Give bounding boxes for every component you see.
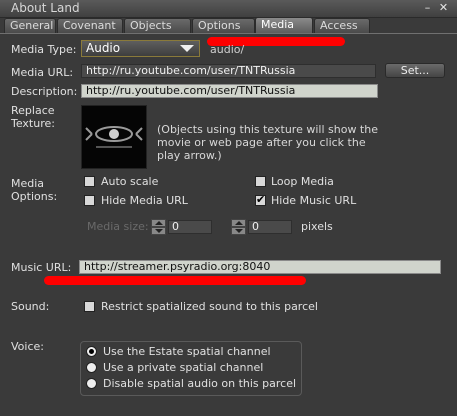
width-stepper[interactable] xyxy=(151,219,166,235)
texture-thumbnail[interactable] xyxy=(81,105,147,169)
close-icon[interactable]: ✕ xyxy=(437,2,450,14)
texture-note: (Objects using this texture will show th… xyxy=(157,123,378,162)
media-url-field[interactable]: http://ru.youtube.com/user/TNTRussia xyxy=(81,64,376,78)
restrict-sound-checkbox[interactable] xyxy=(84,301,95,312)
mime-type-text: audio/ xyxy=(210,43,245,56)
hide-music-url-label: Hide Music URL xyxy=(271,194,357,207)
annotation-underline-music xyxy=(44,276,306,285)
height-stepper[interactable] xyxy=(231,219,246,235)
media-options-label-1: Media xyxy=(11,177,45,190)
restrict-sound-label: Restrict spatialized sound to this parce… xyxy=(101,300,318,313)
checkmark-icon: ✔ xyxy=(256,193,266,206)
width-field[interactable]: 0 xyxy=(168,220,212,234)
description-label: Description: xyxy=(11,85,78,98)
voice-option-estate: Use the Estate spatial channel xyxy=(103,345,271,358)
radio-estate-channel[interactable] xyxy=(86,346,97,357)
stepper-up-icon[interactable] xyxy=(151,219,166,227)
set-button[interactable]: Set... xyxy=(385,63,445,78)
tab-objects[interactable]: Objects xyxy=(124,18,191,33)
voice-option-private: Use a private spatial channel xyxy=(103,361,264,374)
tab-options[interactable]: Options xyxy=(192,18,255,33)
media-options-label-2: Options: xyxy=(11,190,58,203)
hide-music-url-checkbox[interactable]: ✔ xyxy=(255,193,266,206)
radio-private-channel[interactable] xyxy=(86,362,97,373)
tab-general[interactable]: General xyxy=(4,18,56,33)
voice-option-disable: Disable spatial audio on this parcel xyxy=(103,377,297,390)
chevron-down-icon xyxy=(180,45,194,52)
media-type-label: Media Type: xyxy=(11,43,77,56)
stepper-down-icon[interactable] xyxy=(151,227,166,235)
hide-media-url-checkbox[interactable] xyxy=(84,195,95,206)
pixels-label: pixels xyxy=(301,220,333,233)
hide-media-url-label: Hide Media URL xyxy=(101,194,188,207)
tab-divider xyxy=(0,33,457,34)
radio-disable-spatial[interactable] xyxy=(86,378,97,389)
media-url-label: Media URL: xyxy=(11,66,74,79)
height-field[interactable]: 0 xyxy=(248,220,292,234)
media-type-dropdown[interactable]: Audio xyxy=(81,40,200,57)
tab-access[interactable]: Access xyxy=(314,18,370,33)
music-url-field[interactable]: http://streamer.psyradio.org:8040 xyxy=(79,260,441,274)
radio-selected-dot xyxy=(89,349,94,354)
music-url-label: Music URL: xyxy=(11,261,72,274)
window-title: About Land xyxy=(11,1,80,15)
loop-media-checkbox[interactable] xyxy=(255,176,266,187)
auto-scale-label: Auto scale xyxy=(101,175,159,188)
texture-image xyxy=(82,106,146,168)
media-type-value: Audio xyxy=(86,41,121,55)
loop-media-label: Loop Media xyxy=(271,175,334,188)
voice-label: Voice: xyxy=(11,340,44,353)
description-field[interactable]: http://ru.youtube.com/user/TNTRussia xyxy=(81,84,378,98)
stepper-down-icon[interactable] xyxy=(231,227,246,235)
auto-scale-checkbox[interactable] xyxy=(84,176,95,187)
tab-media[interactable]: Media xyxy=(255,17,313,34)
sound-label: Sound: xyxy=(11,300,50,313)
minimize-icon[interactable]: – xyxy=(421,2,434,14)
title-bar: About Land – ✕ xyxy=(0,0,457,18)
replace-texture-label-1: Replace xyxy=(11,104,55,117)
media-size-label-text: Media size: xyxy=(87,220,149,233)
tab-covenant[interactable]: Covenant xyxy=(57,18,123,33)
stepper-up-icon[interactable] xyxy=(231,219,246,227)
replace-texture-label-2: Texture: xyxy=(11,117,55,130)
